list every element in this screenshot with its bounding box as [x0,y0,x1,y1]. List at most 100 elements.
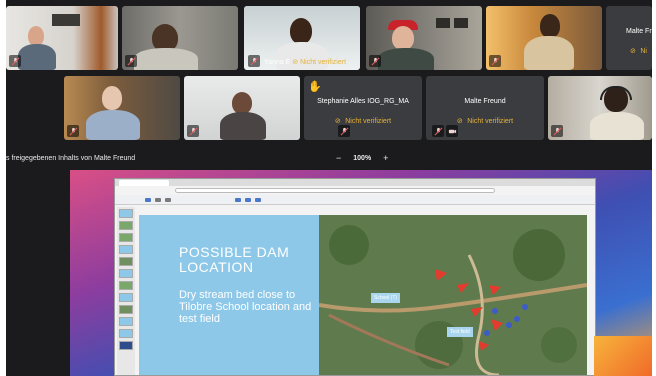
slide-title: POSSIBLE DAM LOCATION [179,244,290,275]
mic-muted-icon [369,55,381,67]
slide-thumbnail [119,305,133,314]
camera-off-icon [446,125,458,137]
person-body [524,36,574,70]
wall-picture [436,18,450,28]
slide-text-panel: POSSIBLE DAM LOCATION Dry stream bed clo… [139,215,319,375]
verification-status: Ni [640,48,647,55]
toolbar-icon [165,198,171,202]
zoom-out-button[interactable]: − [336,153,341,163]
participant-tile[interactable] [122,6,238,70]
verification-status: Nicht verifiziert [467,118,514,125]
slide-thumbnail [119,269,133,278]
person-head [232,92,252,114]
slides-toolbar [115,195,595,205]
slide-thumbnail [119,245,133,254]
participant-tile[interactable] [366,6,482,70]
slide-thumbnails [117,207,135,375]
slide-thumbnail [119,329,133,338]
person-body [378,48,434,70]
mic-muted-icon [551,125,563,137]
not-verified-icon: ⊘ [630,48,636,55]
participant-tile[interactable] [6,6,118,70]
raised-hand-icon: ✋ [308,81,322,93]
participant-tile[interactable] [184,76,300,140]
not-verified-icon: ⊘ [292,59,299,66]
not-verified-icon: ⊘ [456,118,463,125]
not-verified-icon: ⊘ [334,118,341,125]
participant-video [486,6,602,70]
browser-window: POSSIBLE DAM LOCATION Dry stream bed clo… [114,178,596,376]
participant-video [548,76,652,140]
slide-thumbnail [119,317,133,326]
zoom-controls: − 100% + [336,153,388,163]
headset [600,86,632,100]
participant-video [6,6,118,70]
mic-muted-icon [489,55,501,67]
person-head [392,26,414,50]
mic-muted-icon [432,125,444,137]
person-body [86,110,140,140]
slide-thumbnail [119,221,133,230]
slide-thumbnail [119,293,133,302]
participant-video [184,76,300,140]
shared-screen[interactable]: POSSIBLE DAM LOCATION Dry stream bed clo… [70,170,652,376]
mic-muted-icon [125,55,137,67]
slide-thumbnail [119,233,133,242]
participant-video [366,6,482,70]
slide-thumbnail [119,341,133,350]
person-body [134,48,198,70]
participant-name: Stephanie Alles IOG_RG_MA [317,98,409,105]
desktop-wallpaper [594,336,652,376]
mic-muted-icon [9,55,21,67]
participant-tile[interactable]: Malte Freund ⊘ Nicht verifiziert [426,76,544,140]
participant-video [64,76,180,140]
participant-tile[interactable] [486,6,602,70]
mic-muted-icon [187,125,199,137]
mic-muted-icon [67,125,79,137]
slide-thumbnail [119,281,133,290]
participant-tile[interactable]: Malte Fr ⊘ Ni [606,6,652,70]
wall-picture [454,18,468,28]
participant-name: Yanna E ⊘ Nicht verifiziert [264,59,347,66]
participant-video [122,6,238,70]
presentation-slide: POSSIBLE DAM LOCATION Dry stream bed clo… [139,215,587,375]
person-body [590,112,644,140]
person-body [220,112,266,140]
toolbar-icon [145,198,151,202]
participant-name: Malte Freund [464,98,506,105]
verification-row: ⊘ Ni [630,40,647,58]
slide-body: Dry stream bed close to Tilobre School l… [179,289,312,325]
toolbar-icon [235,198,241,202]
person-body [18,44,56,70]
participant-tile[interactable] [548,76,652,140]
person-head [28,26,44,46]
browser-tab [119,180,169,186]
toolbar-icon [245,198,251,202]
verification-row: ⊘ Nicht verifiziert [304,110,422,128]
toolbar-icon [255,198,261,202]
share-bar: s freigegebenen Inhalts von Malte Freund… [6,150,652,170]
participant-tile[interactable] [64,76,180,140]
person-head [290,18,312,44]
shared-content-label: s freigegebenen Inhalts von Malte Freund [6,155,136,162]
participant-tile[interactable]: ✋ Stephanie Alles IOG_RG_MA ⊘ Nicht veri… [304,76,422,140]
meeting-window: Yanna E ⊘ Nicht verifiziert Malte Fr ⊘ N… [6,0,652,376]
zoom-in-button[interactable]: + [383,153,388,163]
person-head [540,14,560,38]
slide-thumbnail [119,209,133,218]
participant-tile-active[interactable]: Yanna E ⊘ Nicht verifiziert [244,6,360,70]
verification-status: Nicht verifiziert [300,59,347,66]
person-head [102,86,122,110]
satellite-map: School (T) Test field [319,215,587,375]
address-bar [175,188,495,193]
browser-tab-strip [115,179,595,186]
participant-name: Malte Fr [626,28,652,35]
school-label: School (T) [371,293,401,303]
verification-status: Nicht verifiziert [345,118,392,125]
toolbar-icon [155,198,161,202]
mic-muted-icon [338,125,350,137]
mic-muted-icon [248,55,260,67]
slide-thumbnail [119,257,133,266]
wall-picture [52,14,80,26]
map-terrain [319,215,587,375]
